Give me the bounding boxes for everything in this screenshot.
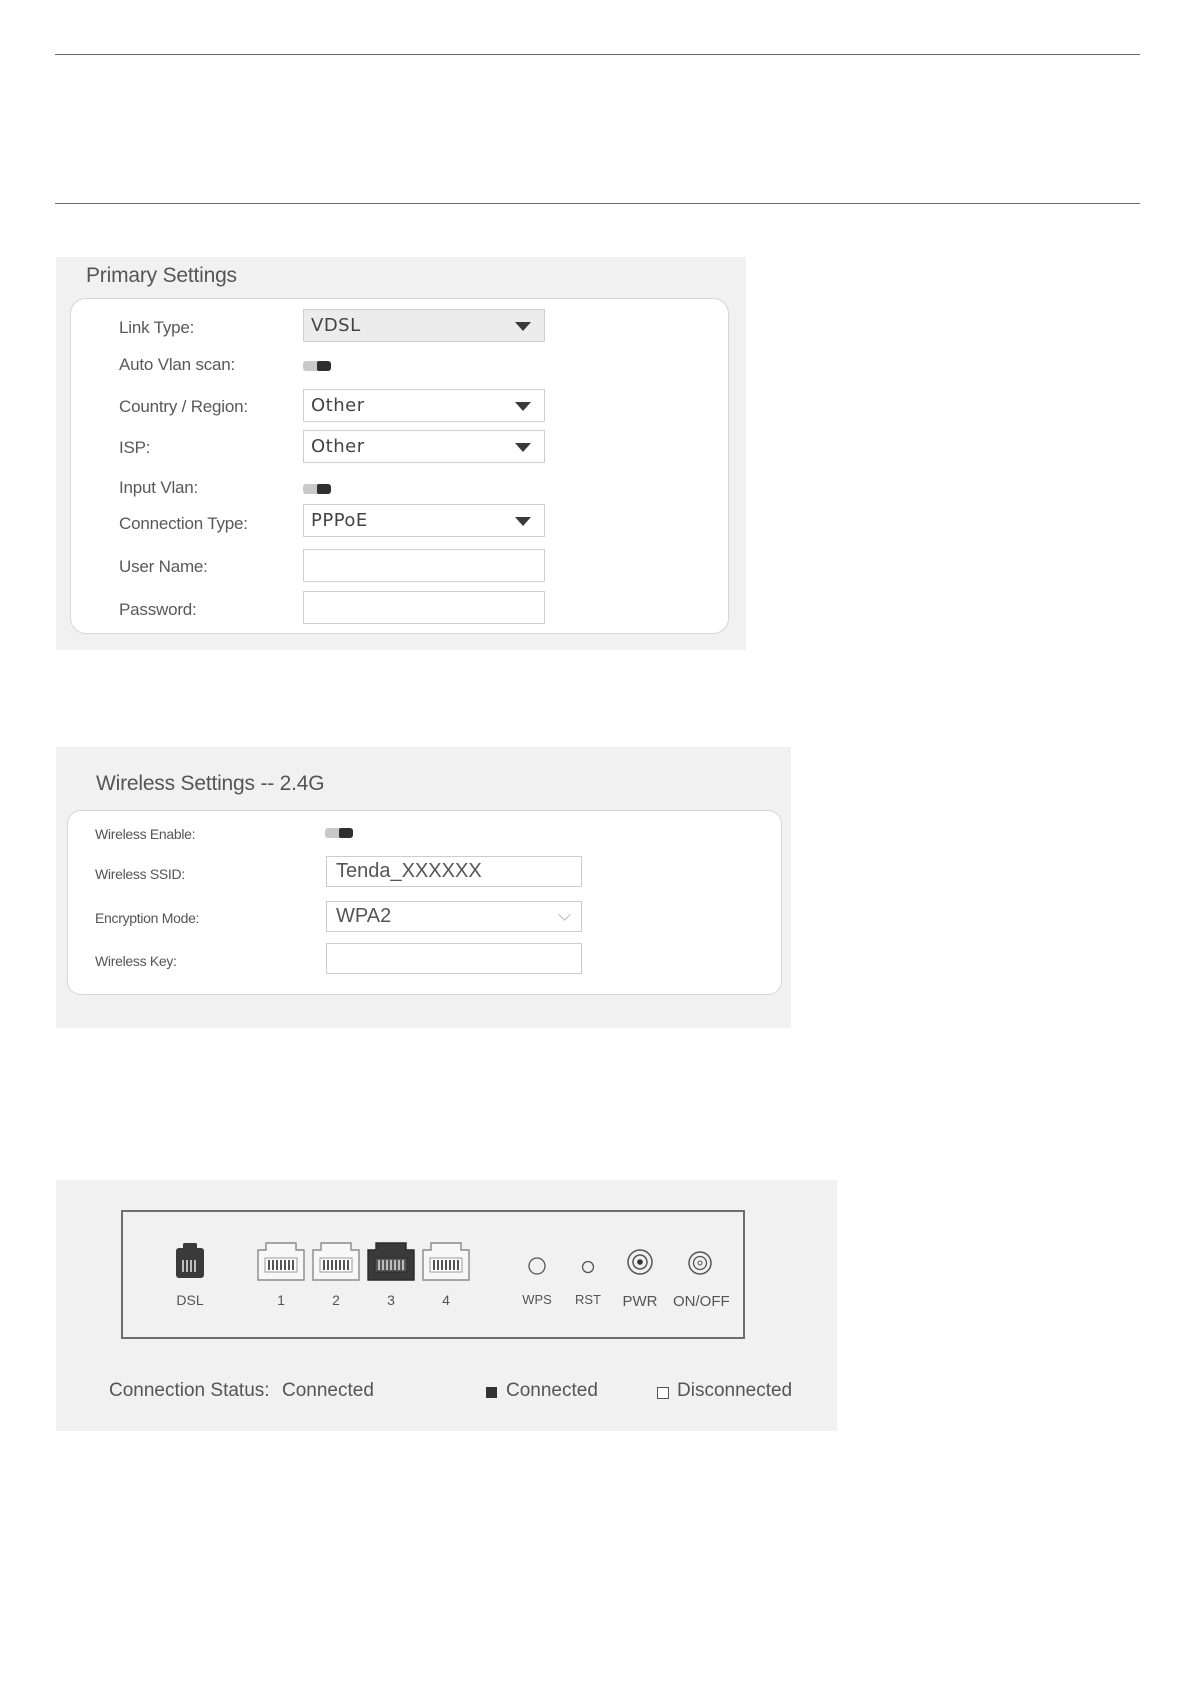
link-type-select[interactable]: VDSL xyxy=(303,309,545,342)
wireless-settings-box: Wireless Enable: Wireless SSID: Tenda_XX… xyxy=(67,810,782,995)
bottom-rule xyxy=(55,203,1140,204)
pwr-label: PWR xyxy=(622,1293,658,1310)
reset-button-icon[interactable] xyxy=(581,1260,595,1274)
legend-connected: Connected xyxy=(506,1380,598,1401)
top-rule xyxy=(55,54,1140,55)
lan-port-3-label: 3 xyxy=(387,1292,395,1308)
auto-vlan-toggle[interactable] xyxy=(303,361,331,371)
wireless-enable-label: Wireless Enable: xyxy=(95,826,196,842)
connection-type-select[interactable]: PPPoE xyxy=(303,504,545,537)
user-name-label: User Name: xyxy=(119,557,208,576)
auto-vlan-label: Auto Vlan scan: xyxy=(119,355,236,374)
chevron-down-icon xyxy=(558,907,571,921)
primary-settings-panel: Primary Settings Link Type: VDSL Auto Vl… xyxy=(56,257,746,650)
primary-settings-title: Primary Settings xyxy=(86,264,237,287)
input-vlan-toggle[interactable] xyxy=(303,484,331,494)
chevron-down-icon xyxy=(515,442,531,452)
power-switch-icon[interactable] xyxy=(687,1250,713,1276)
lan-port-2-label: 2 xyxy=(332,1292,340,1308)
link-type-label: Link Type: xyxy=(119,318,195,337)
lan-port-4-label: 4 xyxy=(442,1292,450,1308)
wps-label: WPS xyxy=(522,1292,552,1307)
isp-select[interactable]: Other xyxy=(303,430,545,463)
ethernet-port-3-icon[interactable] xyxy=(366,1240,416,1282)
wireless-key-input[interactable] xyxy=(326,943,582,974)
connection-status-label: Connection Status: xyxy=(109,1380,270,1401)
wps-button-icon[interactable] xyxy=(527,1256,547,1276)
port-status-panel: DSL 1 2 3 4 WPS RST PWR ON/OFF Connectio… xyxy=(56,1180,837,1431)
wireless-settings-panel: Wireless Settings -- 2.4G Wireless Enabl… xyxy=(56,747,791,1028)
country-value: Other xyxy=(311,395,365,416)
dsl-port-label: DSL xyxy=(176,1292,204,1308)
ethernet-port-4-icon[interactable] xyxy=(421,1240,471,1282)
wireless-settings-title: Wireless Settings -- 2.4G xyxy=(96,772,325,795)
router-back-panel: DSL 1 2 3 4 WPS RST PWR ON/OFF xyxy=(121,1210,745,1339)
power-jack-icon xyxy=(627,1249,653,1275)
user-name-input[interactable] xyxy=(303,549,545,582)
connection-status-value: Connected xyxy=(282,1380,374,1401)
isp-value: Other xyxy=(311,436,365,457)
chevron-down-icon xyxy=(515,401,531,411)
onoff-label: ON/OFF xyxy=(673,1293,730,1310)
wireless-key-label: Wireless Key: xyxy=(95,953,177,969)
country-label: Country / Region: xyxy=(119,397,248,416)
chevron-down-icon xyxy=(515,321,531,331)
encryption-mode-value: WPA2 xyxy=(336,905,392,927)
lan-port-1-label: 1 xyxy=(277,1292,285,1308)
password-input[interactable] xyxy=(303,591,545,624)
rst-label: RST xyxy=(575,1292,601,1307)
phone-jack-icon xyxy=(176,1243,204,1278)
ethernet-port-2-icon[interactable] xyxy=(311,1240,361,1282)
password-label: Password: xyxy=(119,600,197,619)
wireless-ssid-input[interactable]: Tenda_XXXXXX xyxy=(326,856,582,887)
disconnected-legend-icon xyxy=(657,1387,669,1399)
link-type-value: VDSL xyxy=(311,315,361,336)
connection-type-label: Connection Type: xyxy=(119,514,248,533)
chevron-down-icon xyxy=(515,516,531,526)
wireless-ssid-value: Tenda_XXXXXX xyxy=(336,860,482,882)
ethernet-port-1-icon[interactable] xyxy=(256,1240,306,1282)
input-vlan-label: Input Vlan: xyxy=(119,478,199,497)
isp-label: ISP: xyxy=(119,438,151,457)
wireless-ssid-label: Wireless SSID: xyxy=(95,866,185,882)
connection-type-value: PPPoE xyxy=(311,510,368,531)
encryption-mode-select[interactable]: WPA2 xyxy=(326,901,582,932)
country-select[interactable]: Other xyxy=(303,389,545,422)
legend-disconnected: Disconnected xyxy=(677,1380,793,1401)
wireless-enable-toggle[interactable] xyxy=(325,828,353,838)
connected-legend-icon xyxy=(486,1387,497,1398)
encryption-mode-label: Encryption Mode: xyxy=(95,910,200,926)
primary-settings-box: Link Type: VDSL Auto Vlan scan: Country … xyxy=(70,298,729,634)
